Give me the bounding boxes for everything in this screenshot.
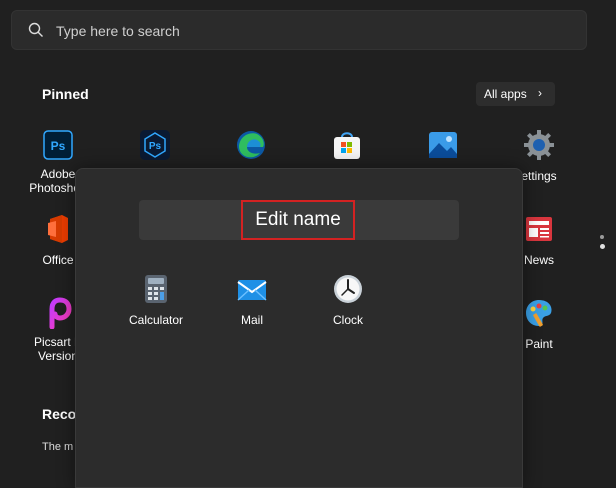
office-icon xyxy=(42,213,74,245)
pinned-app-store[interactable] xyxy=(307,129,387,161)
recommended-title: Reco xyxy=(42,406,77,422)
folder-app-mail[interactable]: Mail xyxy=(210,273,294,327)
store-icon xyxy=(331,129,363,161)
page-dot[interactable] xyxy=(600,235,604,239)
chevron-right-icon: › xyxy=(538,86,542,100)
mail-icon xyxy=(236,273,268,305)
search-box[interactable]: Type here to search xyxy=(11,10,587,50)
clock-icon xyxy=(332,273,364,305)
calculator-icon xyxy=(140,273,172,305)
svg-text:Ps: Ps xyxy=(149,141,162,152)
app-label: Calculator xyxy=(128,313,184,327)
folder-popup: Edit name Calculator Mail Clock xyxy=(75,168,523,488)
edge-icon xyxy=(235,129,267,161)
all-apps-button[interactable]: All apps › xyxy=(476,82,555,106)
app-label: Clock xyxy=(332,313,363,327)
picsart-icon xyxy=(42,297,74,330)
all-apps-label: All apps xyxy=(484,87,527,101)
photoshop-icon: Ps xyxy=(42,129,74,161)
page-indicator[interactable] xyxy=(600,235,605,254)
app-label: Mail xyxy=(240,313,263,327)
svg-text:Ps: Ps xyxy=(51,139,66,153)
paint-icon xyxy=(523,297,555,329)
search-placeholder[interactable]: Type here to search xyxy=(56,23,180,39)
photos-icon xyxy=(427,129,459,161)
pinned-app-edge[interactable] xyxy=(211,129,291,161)
folder-name-field[interactable]: Edit name xyxy=(139,200,459,240)
pinned-app-photoshop-express[interactable]: Ps xyxy=(115,129,195,161)
pinned-title: Pinned xyxy=(42,86,89,102)
recommended-text: The m xyxy=(42,441,74,453)
folder-name-input[interactable]: Edit name xyxy=(241,200,355,240)
search-icon xyxy=(28,22,44,43)
page-dot-active[interactable] xyxy=(600,244,605,249)
news-icon xyxy=(523,213,555,245)
folder-app-calculator[interactable]: Calculator xyxy=(114,273,198,327)
folder-app-clock[interactable]: Clock xyxy=(306,273,390,327)
pinned-app-photos[interactable] xyxy=(403,129,483,161)
photoshop-express-icon: Ps xyxy=(139,129,171,161)
gear-icon xyxy=(523,129,555,161)
